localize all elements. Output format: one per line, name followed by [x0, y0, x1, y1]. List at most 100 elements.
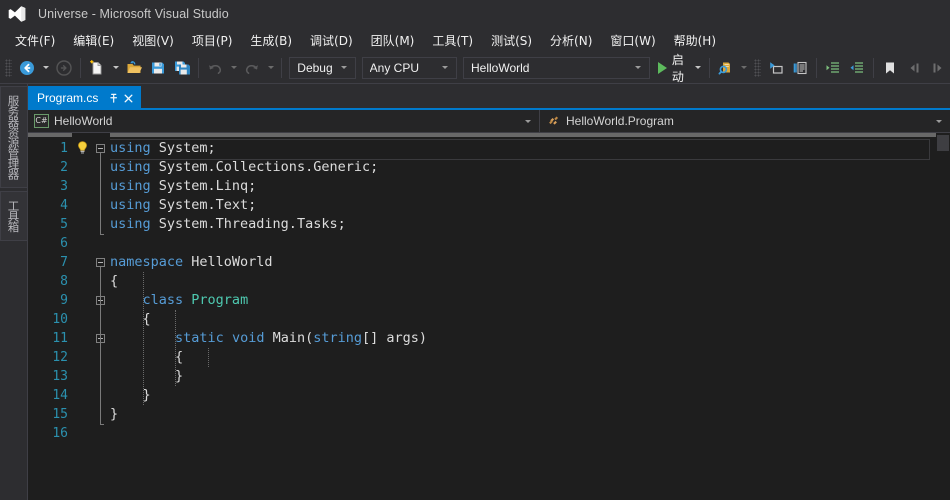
menu-item-window[interactable]: 窗口(W)	[601, 29, 664, 52]
menu-item-project[interactable]: 项目(P)	[183, 29, 242, 52]
navigation-type-dropdown[interactable]: HelloWorld.Program	[540, 110, 950, 133]
new-file-icon[interactable]	[85, 56, 109, 80]
code-line[interactable]	[110, 424, 936, 443]
code-line[interactable]: }	[110, 386, 936, 405]
line-number: 16	[52, 426, 68, 441]
solution-configuration-dropdown[interactable]: Debug	[289, 56, 356, 79]
menu-item-debug[interactable]: 调试(D)	[301, 29, 362, 52]
code-line[interactable]: {	[110, 310, 936, 329]
bookmark-icon[interactable]	[878, 56, 902, 80]
navigation-type-value: HelloWorld.Program	[566, 114, 674, 128]
save-all-icon[interactable]	[170, 56, 194, 80]
close-icon[interactable]	[121, 90, 136, 106]
code-token: [] args)	[362, 330, 428, 346]
chevron-down-icon	[340, 66, 347, 69]
code-line[interactable]: class Program	[110, 291, 936, 310]
code-text[interactable]: using System; using System.Collections.Ge…	[110, 133, 936, 500]
navigation-project-value: HelloWorld	[54, 114, 113, 128]
toolbar-separator	[708, 57, 710, 78]
menu-item-team[interactable]: 团队(M)	[362, 29, 424, 52]
code-line[interactable]: namespace HelloWorld	[110, 253, 936, 272]
step-into-icon[interactable]	[764, 56, 788, 80]
line-number: 2	[60, 160, 68, 175]
class-icon	[546, 114, 561, 128]
line-number: 1	[60, 141, 68, 156]
line-number: 10	[52, 312, 68, 327]
code-line[interactable]: }	[110, 367, 936, 386]
line-number: 8	[60, 274, 68, 289]
sidebar-item-server-explorer[interactable]: 服务器资源管理器	[0, 86, 28, 188]
document-tab-strip: Program.cs	[28, 84, 950, 110]
increase-indent-icon[interactable]	[821, 56, 845, 80]
line-number-gutter: 1 2 3 4 5 6 7 8 9 10 11 12 13 14 15 16	[28, 133, 72, 500]
menu-item-test[interactable]: 测试(S)	[482, 29, 541, 52]
undo-dropdown-icon[interactable]	[227, 56, 240, 80]
new-file-dropdown-icon[interactable]	[109, 56, 122, 80]
start-debugging-label: 启动	[671, 52, 684, 84]
code-line[interactable]: using System.Linq;	[110, 177, 936, 196]
solution-configuration-value: Debug	[297, 60, 333, 75]
undo-icon[interactable]	[203, 56, 227, 80]
code-token: HelloWorld	[183, 254, 273, 270]
toolbar-grip[interactable]	[753, 58, 761, 77]
navigate-back-icon[interactable]	[15, 56, 39, 80]
decrease-indent-icon[interactable]	[845, 56, 869, 80]
code-token: {	[110, 349, 184, 365]
toolbar-separator	[281, 57, 283, 78]
outlining-margin[interactable]	[96, 133, 110, 500]
find-in-files-icon[interactable]	[714, 56, 738, 80]
sidebar-item-toolbox[interactable]: 工具箱	[0, 191, 28, 241]
code-line[interactable]: {	[110, 348, 936, 367]
redo-dropdown-icon[interactable]	[264, 56, 277, 80]
code-line[interactable]: {	[110, 272, 936, 291]
code-line[interactable]: using System.Collections.Generic;	[110, 158, 936, 177]
navigate-back-dropdown-icon[interactable]	[39, 56, 52, 80]
code-editor[interactable]: 1 2 3 4 5 6 7 8 9 10 11 12 13 14 15 16 using System; usi…	[28, 133, 950, 500]
left-tool-dock: 服务器资源管理器 工具箱	[0, 84, 28, 500]
glyph-margin	[72, 133, 96, 500]
toolbar-separator	[873, 57, 874, 78]
navigation-project-dropdown[interactable]: C# HelloWorld	[28, 109, 540, 133]
find-dropdown-icon[interactable]	[738, 56, 751, 80]
code-line[interactable]: using System;	[110, 139, 936, 160]
line-number: 9	[60, 293, 68, 308]
solution-platform-dropdown[interactable]: Any CPU	[361, 56, 457, 79]
standard-toolbar: Debug Any CPU HelloWorld 启动	[0, 52, 950, 84]
lightbulb-quick-actions-icon[interactable]	[75, 140, 90, 156]
menu-item-help[interactable]: 帮助(H)	[665, 29, 725, 52]
code-line[interactable]: using System.Text;	[110, 196, 936, 215]
menu-item-tools[interactable]: 工具(T)	[423, 29, 482, 52]
collapse-region-icon[interactable]	[96, 258, 105, 267]
startup-project-dropdown[interactable]: HelloWorld	[462, 56, 650, 79]
menu-item-analyze[interactable]: 分析(N)	[541, 29, 601, 52]
menu-item-view[interactable]: 视图(V)	[123, 29, 183, 52]
line-number: 3	[60, 179, 68, 194]
navigate-forward-icon[interactable]	[52, 56, 76, 80]
menu-item-build[interactable]: 生成(B)	[241, 29, 301, 52]
code-line[interactable]: static void Main(string[] args)	[110, 329, 936, 348]
menu-item-file[interactable]: 文件(F)	[6, 29, 64, 52]
next-bookmark-icon[interactable]	[926, 56, 950, 80]
previous-bookmark-icon[interactable]	[902, 56, 926, 80]
menu-item-edit[interactable]: 编辑(E)	[64, 29, 123, 52]
redo-icon[interactable]	[240, 56, 264, 80]
toolbar-grip[interactable]	[5, 58, 13, 77]
vertical-scrollbar[interactable]	[936, 133, 950, 500]
comment-selection-icon[interactable]	[788, 56, 812, 80]
code-token: }	[110, 387, 151, 403]
code-line[interactable]: using System.Threading.Tasks;	[110, 215, 936, 234]
code-line[interactable]	[110, 234, 936, 253]
start-debugging-button[interactable]: 启动	[653, 53, 692, 84]
open-file-icon[interactable]	[122, 56, 146, 80]
pin-icon[interactable]	[106, 90, 121, 106]
start-debugging-dropdown-icon[interactable]	[692, 56, 705, 80]
code-token: }	[110, 368, 184, 384]
code-token: namespace	[110, 254, 184, 270]
document-tab-program-cs[interactable]: Program.cs	[28, 86, 142, 110]
code-token: }	[110, 406, 119, 422]
toolbar-separator	[198, 57, 200, 78]
vertical-scrollbar-thumb[interactable]	[937, 135, 949, 151]
save-icon[interactable]	[146, 56, 170, 80]
code-line[interactable]: }	[110, 405, 936, 424]
collapse-region-icon[interactable]	[96, 144, 105, 153]
